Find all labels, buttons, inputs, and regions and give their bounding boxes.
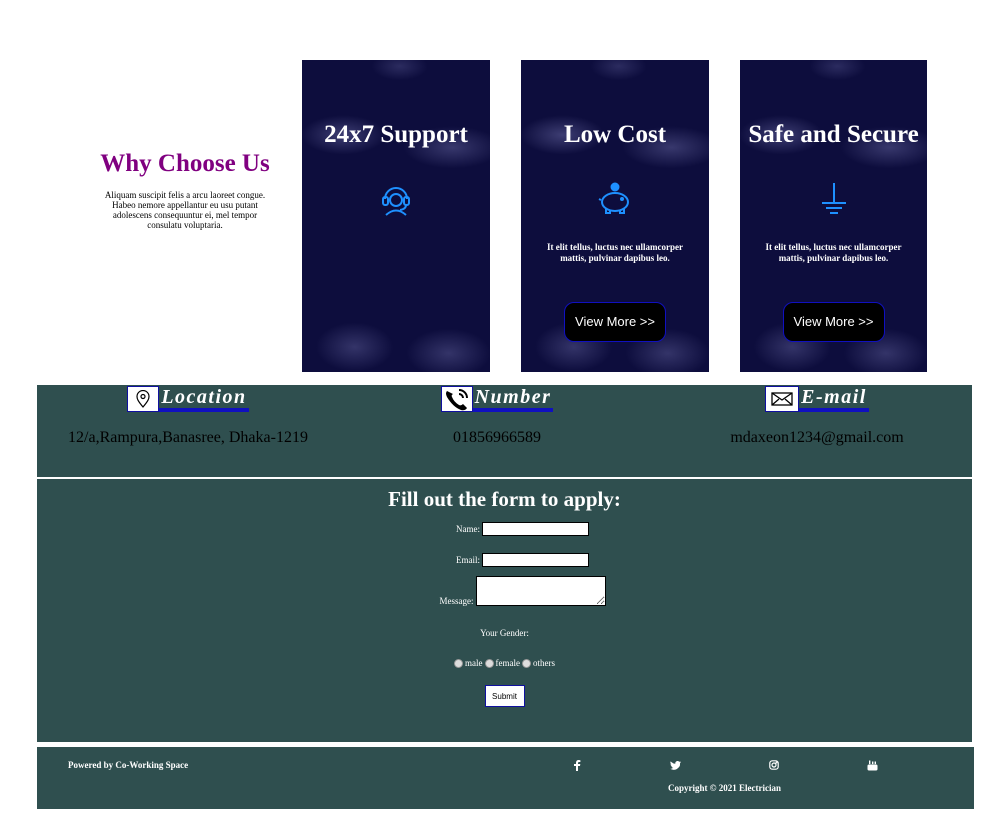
why-choose-us-title: Why Choose Us [100,150,270,177]
contact-value: 12/a,Rampura,Banasree, Dhaka-1219 [68,429,308,446]
piggy-bank-icon [521,181,709,221]
instagram-icon[interactable] [768,759,780,771]
footer: Powered by Co-Working Space Copyright © … [37,747,974,809]
contact-email: E-mail mdaxeon1234@gmail.com [717,385,917,447]
radio-button[interactable] [454,658,463,668]
location-pin-icon [127,386,160,412]
contact-location: Location 12/a,Rampura,Banasree, Dhaka-12… [57,385,319,447]
card-title: Low Cost [563,121,667,148]
gender-label: Your Gender: [480,628,529,638]
headset-icon [302,181,490,221]
ground-icon [740,181,927,221]
submit-row: Submit [37,685,972,707]
why-choose-us-text: Aliquam suscipit felis a arcu laoreet co… [104,190,266,230]
email-input[interactable] [482,553,589,567]
powered-by-text: Powered by Co-Working Space [68,760,189,770]
card-title: Safe and Secure [748,121,919,148]
feature-card-low-cost: Low Cost It elit tellus, luctus nec ulla… [521,60,709,372]
message-row: Message: [73,576,972,606]
contact-label: Number [472,386,554,412]
copyright-text: Copyright © 2021 Electrician [668,783,781,793]
feature-card-support: 24x7 Support [302,60,490,372]
gender-radio-female[interactable]: female [484,658,520,668]
contact-number: Number 01856966589 [422,385,572,447]
name-label: Name: [456,524,480,534]
email-row: Email: [73,553,972,567]
gender-radio-others[interactable]: others [521,658,555,668]
application-form: Fill out the form to apply: Name: Email:… [37,479,972,742]
view-more-button[interactable]: View More >> [564,302,666,342]
name-input[interactable] [482,522,589,536]
card-title: 24x7 Support [324,121,468,148]
name-row: Name: [73,522,972,536]
facebook-icon[interactable] [571,759,583,771]
radio-label: female [495,658,520,668]
contact-value: mdaxeon1234@gmail.com [730,429,904,446]
card-text: It elit tellus, luctus nec ullamcorper m… [547,242,683,263]
submit-button[interactable]: Submit [484,685,525,707]
radio-label: others [532,658,555,668]
contact-value: 01856966589 [453,429,541,446]
gender-radio-male[interactable]: male [454,658,483,668]
form-title: Fill out the form to apply: [388,487,621,511]
contact-label: E-mail [799,386,869,412]
gender-options: male female others [37,658,972,668]
email-label: Email: [456,555,480,565]
why-choose-us-section: Why Choose Us Aliquam suscipit felis a a… [97,150,273,230]
radio-button[interactable] [521,658,531,668]
phone-icon [440,386,473,412]
youtube-icon[interactable] [866,759,878,771]
view-more-button[interactable]: View More >> [782,302,885,342]
contact-strip: Location 12/a,Rampura,Banasree, Dhaka-12… [37,385,972,477]
twitter-icon[interactable] [669,759,681,771]
message-label: Message: [439,596,474,606]
message-textarea[interactable] [475,576,606,606]
contact-label: Location [159,386,249,412]
radio-label: male [465,658,483,668]
radio-button[interactable] [484,658,494,668]
gender-row: Your Gender: [37,628,972,638]
feature-card-safe-secure: Safe and Secure It elit tellus, luctus n… [740,60,927,372]
envelope-icon [765,386,800,412]
card-text: It elit tellus, luctus nec ullamcorper m… [765,242,902,263]
